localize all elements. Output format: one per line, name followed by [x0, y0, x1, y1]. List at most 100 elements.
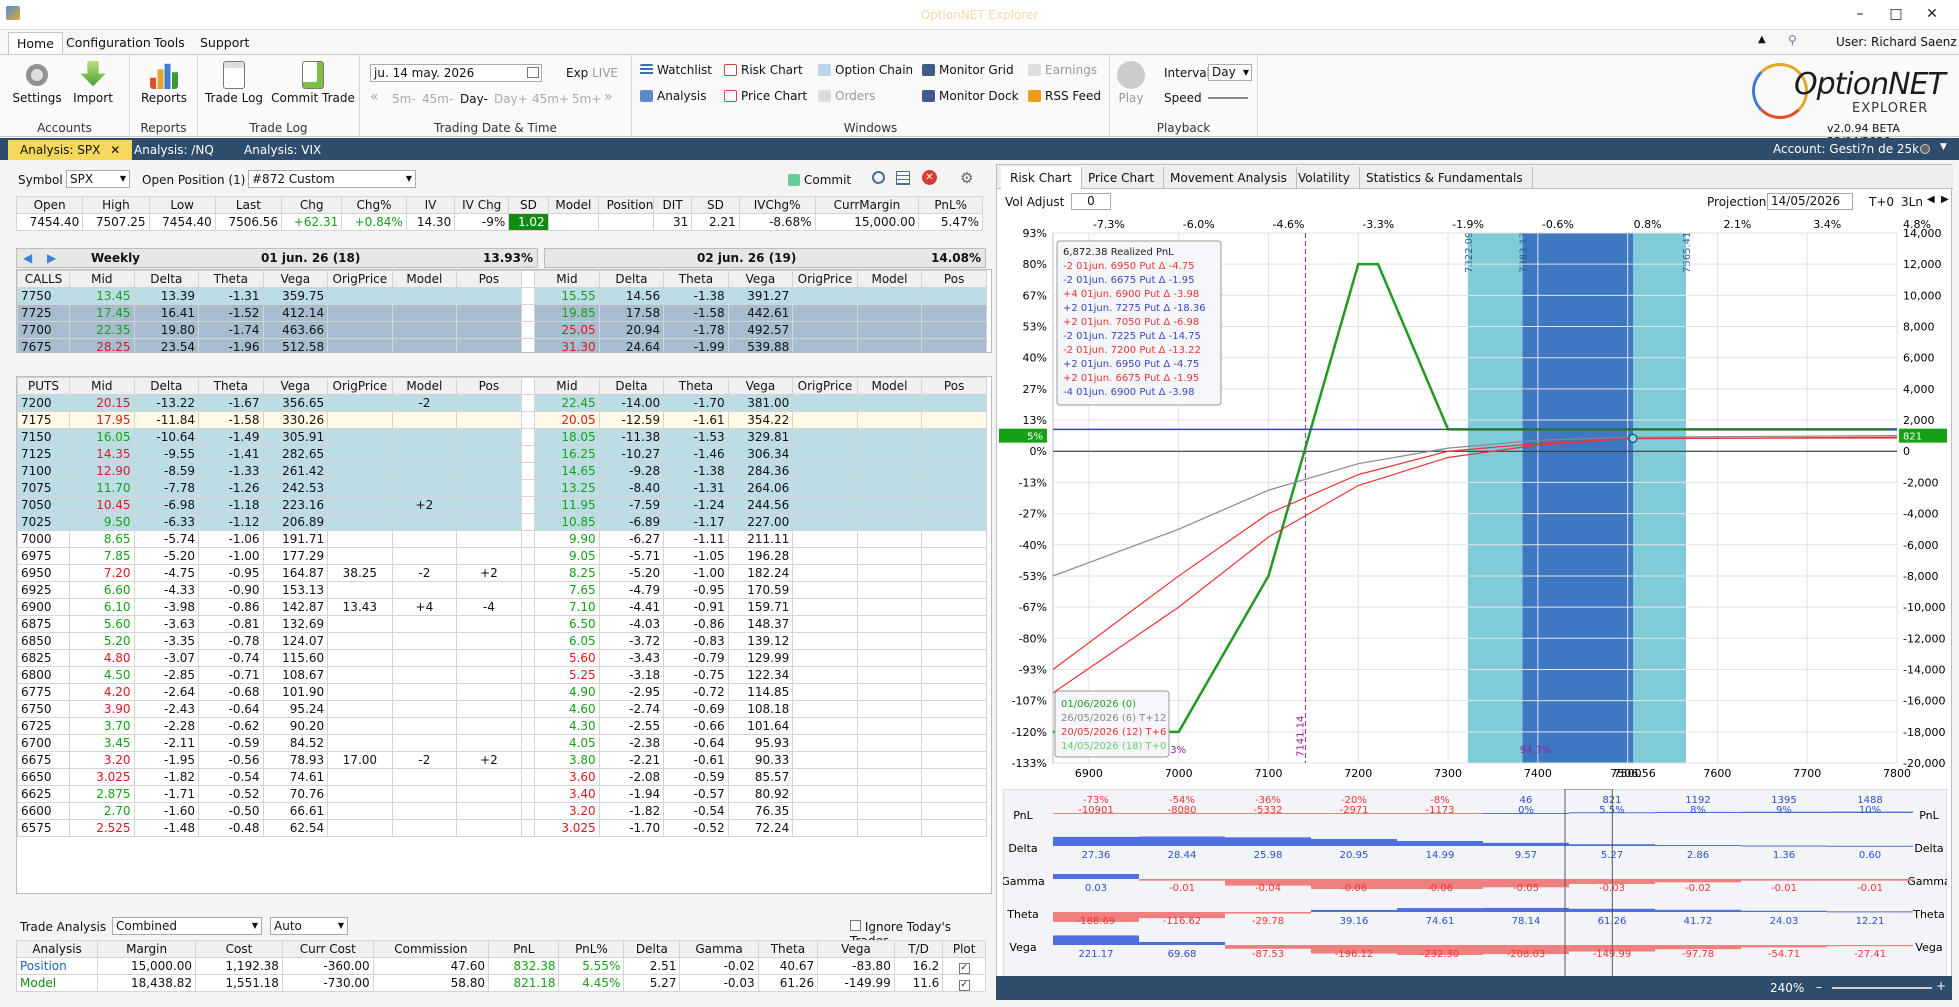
- next-icon[interactable]: ▶: [1941, 194, 1949, 205]
- chain-row[interactable]: 7100 12.90 -8.59 -1.33 261.42 14.65 -9.28 -1.38…: [17, 462, 987, 480]
- delete-icon[interactable]: ✕: [922, 170, 937, 185]
- chain-row[interactable]: 7150 16.05 -10.64 -1.49 305.91 18.05 -11.38 -1.…: [17, 428, 987, 446]
- prev-icon[interactable]: ◀: [1927, 194, 1935, 205]
- chain-row[interactable]: 6675 3.20 -1.95 -0.56 78.93 17.00 -2 +2 3.80 -2.2…: [17, 751, 987, 769]
- close-tab-icon[interactable]: ✕: [110, 143, 120, 157]
- prev-expiry-icon[interactable]: ◀: [23, 251, 32, 265]
- chain-row[interactable]: 6725 3.70 -2.28 -0.62 90.20 4.30 -2.55 -0.66 101…: [17, 717, 987, 735]
- commit-trade-button[interactable]: Commit Trade: [270, 61, 356, 105]
- risk-chart-button[interactable]: Risk Chart: [724, 63, 803, 77]
- menu-configuration[interactable]: Configuration: [58, 32, 159, 54]
- position-select[interactable]: #872 Custom ▼: [248, 170, 416, 188]
- chain-row[interactable]: 7175 17.95 -11.84 -1.58 330.26 20.05 -12.59 -1.…: [17, 411, 987, 429]
- current-price-point[interactable]: [1628, 433, 1638, 443]
- chain-row[interactable]: 6800 4.50 -2.85 -0.71 108.67 5.25 -3.18 -0.75 12…: [17, 666, 987, 684]
- auto-select[interactable]: Auto ▼: [270, 917, 348, 935]
- ta-row[interactable]: Model 18,438.82 1,551.18 -730.00 58.80 821.18…: [15, 974, 986, 992]
- maximize-icon[interactable]: □: [1886, 6, 1906, 22]
- rss-feed-button[interactable]: RSS Feed: [1028, 89, 1101, 103]
- next-expiry-icon[interactable]: ▶: [47, 251, 56, 265]
- chain-row[interactable]: 6600 2.70 -1.60 -0.50 66.61 3.20 -1.82 -0.54 76.…: [17, 802, 987, 820]
- risk-chart[interactable]: 7322.09 7383.17 7565.4193% 14,00080% 12,0006…: [997, 215, 1953, 789]
- symbol-select[interactable]: SPX ▼: [66, 170, 130, 188]
- chart-tab[interactable]: Volatility: [1289, 167, 1360, 189]
- chain-row[interactable]: 6875 5.60 -3.63 -0.81 132.69 6.50 -4.03 -0.86 14…: [17, 615, 987, 633]
- step-forward-icon[interactable]: »: [604, 89, 613, 105]
- chart-tab[interactable]: Risk Chart: [1001, 167, 1082, 189]
- chain-row[interactable]: 7050 10.45 -6.98 -1.18 223.16 +2 11.95 -7.59 -1.…: [17, 496, 987, 514]
- option-chain-button[interactable]: Option Chain: [818, 63, 913, 77]
- step-day-forward[interactable]: Day+: [494, 92, 528, 106]
- account-menu-icon[interactable]: ▼: [1940, 142, 1947, 152]
- close-icon[interactable]: ✕: [1922, 6, 1942, 22]
- exp-button[interactable]: Exp: [566, 66, 588, 80]
- minimize-icon[interactable]: –: [1850, 6, 1870, 22]
- vol-adjust-input[interactable]: 0: [1071, 193, 1111, 210]
- zoom-in-icon[interactable]: +: [1936, 979, 1946, 993]
- step-day-back[interactable]: Day-: [460, 92, 488, 106]
- speed-slider[interactable]: [1208, 97, 1248, 99]
- chain-row[interactable]: 6900 6.10 -3.98 -0.86 142.87 13.43 +4 -4 7.10 -4.…: [17, 598, 987, 616]
- chain-row[interactable]: 7075 11.70 -7.78 -1.26 242.53 13.25 -8.40 -1.31…: [17, 479, 987, 497]
- ta-row[interactable]: Position 15,000.00 1,192.38 -360.00 47.60 832…: [15, 957, 986, 975]
- chain-row[interactable]: 6925 6.60 -4.33 -0.90 153.13 7.65 -4.79 -0.95 17…: [17, 581, 987, 599]
- step-5m-forward[interactable]: 5m+: [572, 92, 601, 106]
- chain-row[interactable]: 7000 8.65 -5.74 -1.06 191.71 9.90 -6.27 -1.11 21…: [17, 530, 987, 548]
- chart-tab[interactable]: Price Chart: [1079, 167, 1165, 189]
- chain-row[interactable]: 7750 13.45 13.39 -1.31 359.75 15.55 14.56 -1.38…: [17, 287, 987, 305]
- plot-checkbox[interactable]: ✓: [942, 974, 986, 992]
- menu-support[interactable]: Support: [192, 32, 257, 54]
- chain-row[interactable]: 7200 20.15 -13.22 -1.67 356.65 -2 22.45 -14.00-…: [17, 394, 987, 412]
- analysis-mode-select[interactable]: Combined ▼: [112, 917, 262, 935]
- chain-row[interactable]: 7675 28.25 23.54 -1.96 512.58 31.30 24.64 -1.99…: [17, 338, 987, 352]
- projection-date-select[interactable]: 14/05/2026: [1767, 193, 1853, 210]
- import-button[interactable]: Import: [68, 61, 118, 105]
- monitor-grid-button[interactable]: Monitor Grid: [922, 63, 1014, 77]
- chain-row[interactable]: 6625 2.875 -1.71 -0.52 70.76 3.40 -1.94 -0.57 80…: [17, 785, 987, 803]
- chart-tab[interactable]: Statistics & Fundamentals: [1357, 167, 1533, 189]
- tab-analysis-vix[interactable]: Analysis: VIX: [232, 140, 333, 160]
- reports-button[interactable]: Reports: [134, 61, 194, 105]
- zoom-slider[interactable]: [1832, 987, 1932, 989]
- chain-row[interactable]: 6975 7.85 -5.20 -1.00 177.29 9.05 -5.71 -1.05 19…: [17, 547, 987, 565]
- chain-row[interactable]: 6825 4.80 -3.07 -0.74 115.60 5.60 -3.43 -0.79 12…: [17, 649, 987, 667]
- chain-row[interactable]: 6850 5.20 -3.35 -0.78 124.07 6.05 -3.72 -0.83 13…: [17, 632, 987, 650]
- chain-row[interactable]: 7700 22.35 19.80 -1.74 463.66 25.05 20.94 -1.78…: [17, 321, 987, 339]
- orders-button[interactable]: Orders: [818, 89, 875, 103]
- pin-icon[interactable]: ⚲: [1788, 33, 1797, 47]
- monitor-dock-button[interactable]: Monitor Dock: [922, 89, 1019, 103]
- t0-button[interactable]: T+0: [1869, 195, 1894, 209]
- price-chart-button[interactable]: Price Chart: [724, 89, 807, 103]
- chain-row[interactable]: 6575 2.525 -1.48 -0.48 62.54 3.025 -1.70 -0.52 7…: [17, 819, 987, 837]
- commit-button[interactable]: Commit: [788, 173, 851, 187]
- menu-home[interactable]: Home: [8, 32, 63, 54]
- grid-icon[interactable]: [896, 171, 910, 185]
- chain-row[interactable]: 6700 3.45 -2.11 -0.59 84.52 4.05 -2.38 -0.64 95.…: [17, 734, 987, 752]
- interval-select[interactable]: Day ▼: [1208, 64, 1252, 81]
- step-5m-back[interactable]: 5m-: [392, 92, 416, 106]
- trade-log-button[interactable]: Trade Log: [204, 61, 264, 105]
- calendar-icon[interactable]: [527, 67, 539, 78]
- chain-row[interactable]: 7725 17.45 16.41 -1.52 412.14 19.85 17.58 -1.58…: [17, 304, 987, 322]
- tab-analysis-nq[interactable]: Analysis: /NQ: [122, 140, 226, 160]
- plot-checkbox[interactable]: ✓: [942, 957, 986, 975]
- play-button[interactable]: Play: [1114, 61, 1148, 105]
- search-icon[interactable]: [872, 171, 885, 184]
- chart-tab[interactable]: Movement Analysis: [1161, 167, 1297, 189]
- chain-row[interactable]: 6750 3.90 -2.43 -0.64 95.24 4.60 -2.74 -0.69 108…: [17, 700, 987, 718]
- tab-analysis-spx[interactable]: Analysis: SPX ✕: [8, 140, 133, 160]
- live-button[interactable]: LIVE: [592, 66, 618, 80]
- settings-button[interactable]: Settings: [12, 61, 62, 105]
- analysis-button[interactable]: Analysis: [640, 89, 706, 103]
- ln-button[interactable]: 3Ln: [1901, 195, 1923, 209]
- zoom-out-icon[interactable]: –: [1816, 980, 1822, 994]
- chain-row[interactable]: 7025 9.50 -6.33 -1.12 206.89 10.85 -6.89 -1.17 2…: [17, 513, 987, 531]
- watchlist-button[interactable]: Watchlist: [640, 63, 712, 77]
- collapse-ribbon-icon[interactable]: ▲: [1758, 34, 1766, 45]
- step-45m-back[interactable]: 45m-: [422, 92, 453, 106]
- chain-row[interactable]: 7125 14.35 -9.55 -1.41 282.65 16.25 -10.27 -1.4…: [17, 445, 987, 463]
- chain-row[interactable]: 6775 4.20 -2.64 -0.68 101.90 4.90 -2.95 -0.72 11…: [17, 683, 987, 701]
- chain-row[interactable]: 6950 7.20 -4.75 -0.95 164.87 38.25 -2 +2 8.25 -5.…: [17, 564, 987, 582]
- menu-tools[interactable]: Tools: [146, 32, 193, 54]
- chain-row[interactable]: 6650 3.025 -1.82 -0.54 74.61 3.60 -2.08 -0.59 85…: [17, 768, 987, 786]
